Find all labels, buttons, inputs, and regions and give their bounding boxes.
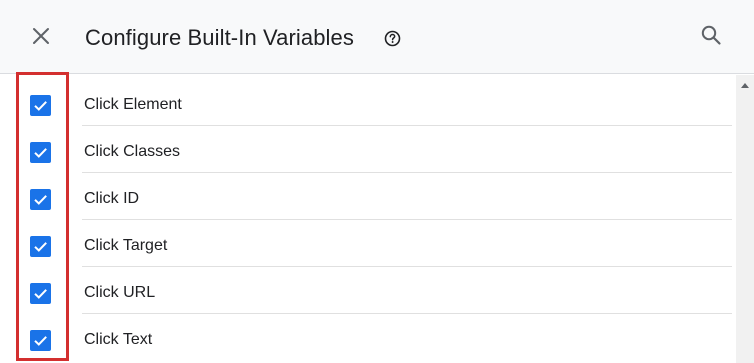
variable-label: Click URL (84, 284, 156, 301)
search-icon (701, 25, 721, 45)
variable-checkbox[interactable] (30, 330, 51, 351)
variable-label: Click Target (84, 237, 168, 254)
variable-label: Click Element (84, 96, 182, 113)
close-icon (33, 28, 49, 44)
variable-label: Click Classes (84, 143, 181, 160)
checkmark-icon (34, 336, 47, 346)
variable-checkbox[interactable] (30, 189, 51, 210)
checkmark-icon (34, 242, 47, 252)
variable-row[interactable]: Click Text (0, 314, 736, 361)
search-button[interactable] (699, 23, 723, 47)
checkmark-icon (34, 195, 47, 205)
variable-row[interactable]: Click Target (0, 220, 736, 267)
scroll-up-arrow-icon[interactable] (741, 83, 749, 88)
scrollbar[interactable] (736, 75, 754, 363)
variable-row[interactable]: Click Classes (0, 126, 736, 173)
variable-checkbox[interactable] (30, 95, 51, 116)
variable-label: Click Text (84, 331, 153, 348)
variable-label: Click ID (84, 190, 140, 207)
close-button[interactable] (28, 23, 54, 49)
dialog-title: Configure Built-In Variables (85, 25, 354, 50)
variable-checkbox[interactable] (30, 283, 51, 304)
checkmark-icon (34, 148, 47, 158)
checkmark-icon (34, 289, 47, 299)
help-icon[interactable] (384, 30, 401, 47)
variable-row[interactable]: Click ID (0, 173, 736, 220)
checkmark-icon (34, 101, 47, 111)
variable-checkbox[interactable] (30, 142, 51, 163)
variable-row[interactable]: Click Element (0, 79, 736, 126)
variable-list: Click Element Click Classes Click ID Cli… (0, 75, 736, 363)
variable-checkbox[interactable] (30, 236, 51, 257)
dialog-header: Configure Built-In Variables (0, 0, 754, 74)
variable-row[interactable]: Click URL (0, 267, 736, 314)
